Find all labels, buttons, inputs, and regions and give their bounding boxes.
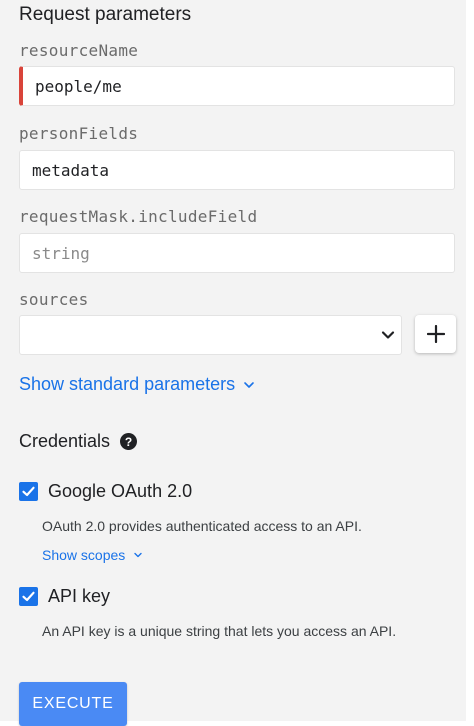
person-fields-input[interactable]: metadata — [19, 150, 455, 190]
request-panel: Request parameters resourceName people/m… — [0, 0, 466, 726]
person-fields-label: personFields — [19, 124, 139, 143]
show-standard-parameters-link[interactable]: Show standard parameters — [19, 374, 255, 395]
sources-label: sources — [19, 290, 89, 309]
credentials-heading: Credentials ? — [19, 431, 138, 452]
show-scopes-link[interactable]: Show scopes — [42, 547, 143, 563]
request-parameters-title: Request parameters — [19, 4, 192, 25]
show-standard-parameters-label: Show standard parameters — [19, 374, 236, 394]
oauth-checkbox[interactable] — [19, 482, 38, 501]
oauth-label: Google OAuth 2.0 — [48, 481, 193, 501]
checkmark-icon — [22, 591, 35, 602]
plus-icon — [426, 325, 445, 343]
sources-select[interactable] — [19, 315, 402, 355]
help-circle-icon[interactable]: ? — [120, 433, 138, 450]
api-key-description: An API key is a unique string that lets … — [42, 623, 397, 639]
chevron-down-icon — [381, 331, 395, 339]
show-scopes-label: Show scopes — [42, 547, 126, 563]
oauth-description: OAuth 2.0 provides authenticated access … — [42, 518, 362, 534]
request-mask-input[interactable]: string — [19, 233, 455, 273]
api-key-checkbox[interactable] — [19, 587, 38, 606]
resource-name-value: people/me — [35, 76, 122, 96]
request-mask-placeholder: string — [32, 243, 90, 263]
api-key-label: API key — [48, 586, 111, 606]
execute-button[interactable]: EXECUTE — [19, 682, 127, 726]
chevron-down-icon — [134, 552, 142, 558]
checkmark-icon — [22, 486, 35, 497]
credentials-title: Credentials — [19, 431, 111, 451]
person-fields-value: metadata — [32, 160, 110, 180]
request-mask-label: requestMask.includeField — [19, 207, 258, 226]
chevron-down-icon — [244, 381, 254, 388]
add-source-button[interactable] — [415, 315, 456, 353]
resource-name-input[interactable]: people/me — [19, 66, 455, 106]
resource-name-label: resourceName — [19, 41, 139, 60]
